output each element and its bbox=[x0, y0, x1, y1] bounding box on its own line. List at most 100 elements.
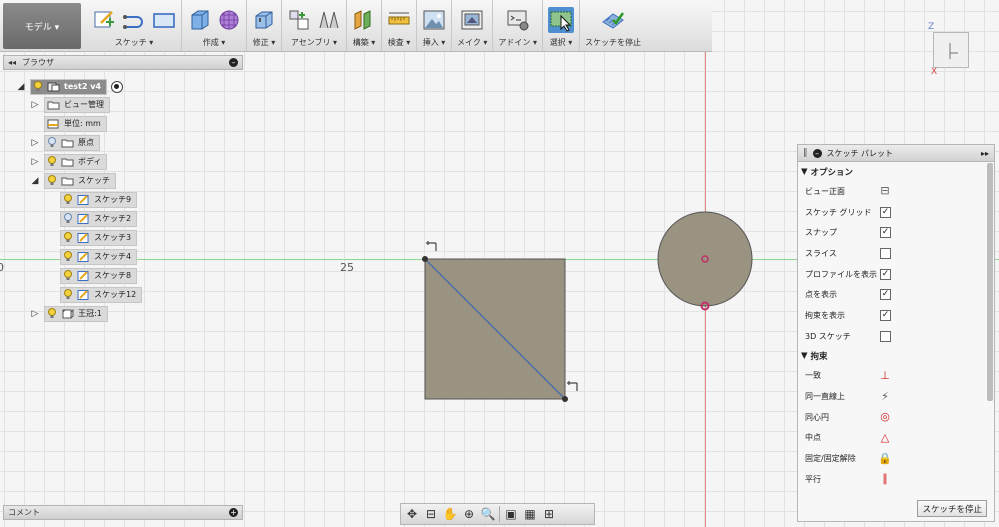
expanded-triangle-icon[interactable]: ◢ bbox=[16, 82, 26, 92]
create-sketch-icon[interactable] bbox=[92, 8, 116, 32]
toolbar-group-construct[interactable]: 構築 ▾ bbox=[347, 0, 382, 51]
toolbar-group-make[interactable]: メイク ▾ bbox=[452, 0, 494, 51]
collapsed-triangle-icon[interactable]: ▷ bbox=[30, 157, 40, 167]
toolbar-group-select[interactable]: 選択 ▾ bbox=[543, 0, 580, 51]
lightbulb-icon[interactable] bbox=[63, 289, 73, 300]
expand-arrows-icon[interactable]: ▸▸ bbox=[981, 149, 989, 158]
tree-item-sketch[interactable]: スケッチ2 bbox=[60, 210, 138, 227]
snap-checkbox[interactable]: ✓ bbox=[880, 227, 891, 239]
toolbar-group-modify[interactable]: 修正 ▾ bbox=[247, 0, 282, 51]
stop-sketch-icon[interactable] bbox=[601, 8, 625, 32]
tree-item-sketch[interactable]: スケッチ8 bbox=[60, 267, 138, 284]
sketch-palette-header[interactable]: ‖ – スケッチ パレット ▸▸ bbox=[798, 145, 994, 162]
display-settings-icon[interactable]: ▣ bbox=[503, 507, 519, 521]
toolbar-group-inspect[interactable]: 検査 ▾ bbox=[382, 0, 417, 51]
show-constraints-checkbox[interactable]: ✓ bbox=[880, 309, 891, 321]
collapsed-triangle-icon[interactable]: ▷ bbox=[30, 138, 40, 148]
zoom-window-icon[interactable]: 🔍 bbox=[480, 507, 496, 521]
collapse-arrows-icon[interactable]: ◂◂ bbox=[8, 58, 16, 67]
parallel-icon[interactable]: ∥ bbox=[878, 472, 892, 486]
show-profile-checkbox[interactable]: ✓ bbox=[880, 268, 891, 280]
pan-hand-icon[interactable]: ✋ bbox=[442, 507, 458, 521]
line-tool-icon[interactable] bbox=[122, 8, 146, 32]
add-comment-button[interactable]: + bbox=[229, 508, 238, 517]
form-icon[interactable] bbox=[217, 8, 241, 32]
toolbar-group-create[interactable]: 作成 ▾ bbox=[182, 0, 247, 51]
orbit-icon[interactable]: ✥ bbox=[404, 507, 420, 521]
constraint-parallel[interactable]: 平行 ∥ bbox=[798, 469, 994, 490]
select-icon[interactable] bbox=[549, 8, 573, 32]
constraint-fix-unfix[interactable]: 固定/固定解除 🔒 bbox=[798, 448, 994, 469]
comments-header[interactable]: コメント + bbox=[3, 505, 243, 520]
activate-radio-icon[interactable] bbox=[110, 80, 123, 93]
3d-print-icon[interactable] bbox=[460, 8, 484, 32]
slice-checkbox[interactable] bbox=[880, 247, 891, 259]
look-at-button[interactable]: ⊟ bbox=[878, 184, 892, 198]
press-pull-icon[interactable] bbox=[252, 8, 276, 32]
zoom-icon[interactable]: ⊕ bbox=[461, 507, 477, 521]
workspace-switcher[interactable]: モデル ▾ bbox=[3, 3, 81, 49]
lightbulb-off-icon[interactable] bbox=[47, 137, 57, 148]
new-component-icon[interactable] bbox=[287, 8, 311, 32]
constraint-coincident[interactable]: 一致 ⊥ bbox=[798, 366, 994, 387]
rectangle-tool-icon[interactable] bbox=[152, 8, 176, 32]
collapsed-triangle-icon[interactable]: ▷ bbox=[30, 309, 40, 319]
measure-icon[interactable] bbox=[387, 8, 411, 32]
offset-plane-icon[interactable] bbox=[352, 8, 376, 32]
tree-item-origin[interactable]: ▷ 原点 bbox=[30, 134, 100, 151]
toolbar-group-insert[interactable]: 挿入 ▾ bbox=[417, 0, 452, 51]
joint-icon[interactable] bbox=[317, 8, 341, 32]
lightbulb-icon[interactable] bbox=[33, 81, 43, 92]
lightbulb-icon[interactable] bbox=[47, 308, 57, 319]
tree-item-sketch[interactable]: スケッチ9 bbox=[60, 191, 138, 208]
lock-icon[interactable]: 🔒 bbox=[878, 452, 892, 466]
toolbar-group-stop-sketch[interactable]: スケッチを停止 bbox=[580, 0, 646, 51]
3d-sketch-checkbox[interactable] bbox=[880, 330, 891, 342]
lightbulb-icon[interactable] bbox=[63, 194, 73, 205]
options-section-header[interactable]: ▼ オプション bbox=[798, 162, 994, 181]
tree-item-sketches[interactable]: ◢ スケッチ bbox=[30, 172, 116, 189]
look-at-icon[interactable]: ⊟ bbox=[423, 507, 439, 521]
view-cube[interactable]: Z X bbox=[928, 22, 972, 77]
tree-item-bodies[interactable]: ▷ ボディ bbox=[30, 153, 108, 170]
collapsed-triangle-icon[interactable]: ▷ bbox=[30, 100, 40, 110]
constraint-midpoint[interactable]: 中点 △ bbox=[798, 428, 994, 449]
toolbar-group-addins[interactable]: アドイン ▾ bbox=[493, 0, 543, 51]
viewports-icon[interactable]: ⊞ bbox=[541, 507, 557, 521]
constraints-section-header[interactable]: ▼ 拘束 bbox=[798, 347, 994, 366]
grid-settings-icon[interactable]: ▦ bbox=[522, 507, 538, 521]
midpoint-icon[interactable]: △ bbox=[878, 431, 892, 445]
tree-item-sketch[interactable]: スケッチ4 bbox=[60, 248, 138, 265]
scripts-addins-icon[interactable] bbox=[506, 8, 530, 32]
tree-item-view-manager[interactable]: ▷ ビュー管理 bbox=[30, 96, 110, 113]
toolbar-group-sketch[interactable]: スケッチ ▾ bbox=[87, 0, 182, 51]
show-points-checkbox[interactable]: ✓ bbox=[880, 289, 891, 301]
tree-item-sketch[interactable]: スケッチ3 bbox=[60, 229, 138, 246]
browser-header[interactable]: ◂◂ ブラウザ – bbox=[3, 55, 243, 70]
grip-icon[interactable]: ‖ bbox=[803, 148, 808, 158]
lightbulb-icon[interactable] bbox=[63, 251, 73, 262]
lightbulb-icon[interactable] bbox=[63, 232, 73, 243]
tree-item-units[interactable]: 単位: mm bbox=[44, 115, 107, 132]
sketch-grid-checkbox[interactable]: ✓ bbox=[880, 206, 891, 218]
concentric-icon[interactable]: ◎ bbox=[878, 410, 892, 424]
palette-minimize-button[interactable]: – bbox=[812, 148, 822, 158]
lightbulb-icon[interactable] bbox=[63, 270, 73, 281]
lightbulb-icon[interactable] bbox=[47, 156, 57, 167]
insert-image-icon[interactable] bbox=[422, 8, 446, 32]
extrude-icon[interactable] bbox=[187, 8, 211, 32]
view-cube-face[interactable] bbox=[933, 32, 969, 68]
expanded-triangle-icon[interactable]: ◢ bbox=[30, 176, 40, 186]
tree-item-sketch[interactable]: スケッチ12 bbox=[60, 286, 143, 303]
lightbulb-off-icon[interactable] bbox=[63, 213, 73, 224]
collinear-icon[interactable]: ⚡ bbox=[878, 390, 892, 404]
tree-item-component[interactable]: ▷ 王冠:1 bbox=[30, 305, 108, 322]
constraint-concentric[interactable]: 同心円 ◎ bbox=[798, 407, 994, 428]
stop-sketch-button[interactable]: スケッチを停止 bbox=[917, 500, 987, 517]
toolbar-group-assembly[interactable]: アセンブリ ▾ bbox=[282, 0, 347, 51]
browser-minimize-button[interactable]: – bbox=[229, 58, 238, 67]
lightbulb-icon[interactable] bbox=[47, 175, 57, 186]
coincident-icon[interactable]: ⊥ bbox=[878, 369, 892, 383]
constraint-collinear[interactable]: 同一直線上 ⚡ bbox=[798, 386, 994, 407]
tree-root[interactable]: ◢ test2 v4 bbox=[16, 78, 123, 95]
